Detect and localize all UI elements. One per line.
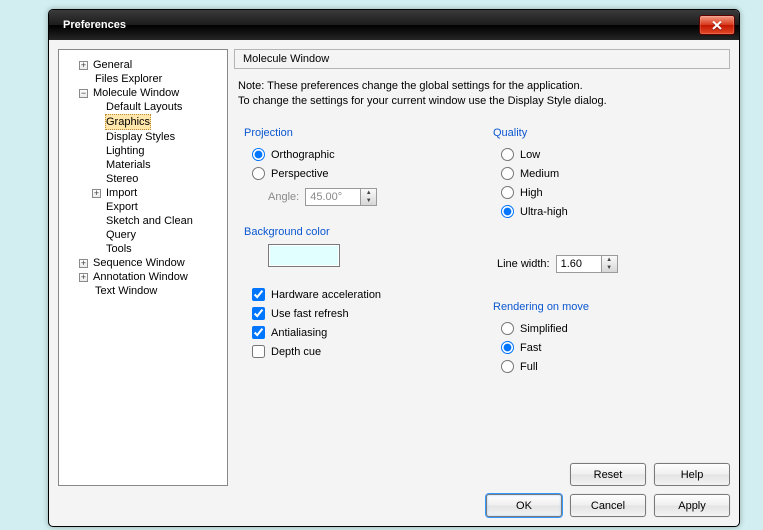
tree-item-sketch-clean[interactable]: Sketch and Clean (65, 214, 223, 228)
tree-item-default-layouts[interactable]: Default Layouts (65, 100, 223, 114)
radio-fast[interactable]: Fast (487, 338, 726, 357)
titlebar: Preferences (49, 10, 739, 40)
window-title: Preferences (63, 19, 699, 31)
radio-ultra-high[interactable]: Ultra-high (487, 202, 726, 221)
tree-item-query[interactable]: Query (65, 228, 223, 242)
line-width-row: Line width: ▲▼ (487, 251, 726, 277)
projection-title: Projection (244, 127, 477, 139)
radio-orthographic[interactable]: Orthographic (238, 145, 477, 164)
tree-item-graphics[interactable]: Graphics (65, 114, 223, 130)
line-width-label: Line width: (497, 258, 550, 270)
reset-button[interactable]: Reset (570, 463, 646, 486)
rendering-on-move-title: Rendering on move (493, 301, 726, 313)
help-button[interactable]: Help (654, 463, 730, 486)
tree-item-files-explorer[interactable]: Files Explorer (65, 72, 223, 86)
radio-perspective[interactable]: Perspective (238, 164, 477, 183)
angle-spinner[interactable]: ▲▼ (305, 188, 377, 206)
check-depth-cue[interactable]: Depth cue (238, 342, 477, 361)
tree-item-molecule-window[interactable]: −Molecule Window (65, 86, 223, 100)
tree-item-materials[interactable]: Materials (65, 158, 223, 172)
expand-icon[interactable]: + (79, 259, 88, 268)
spin-up-icon[interactable]: ▲ (602, 256, 617, 264)
quality-title: Quality (493, 127, 726, 139)
dialog-buttons: OK Cancel Apply (58, 486, 730, 517)
tree-item-sequence-window[interactable]: +Sequence Window (65, 256, 223, 270)
background-color-title: Background color (244, 226, 477, 238)
tree-item-text-window[interactable]: Text Window (65, 284, 223, 298)
expand-icon[interactable]: + (79, 61, 88, 70)
angle-input (305, 188, 360, 206)
panel-buttons: Reset Help (234, 453, 730, 486)
line-width-input[interactable] (556, 255, 601, 273)
tree-item-lighting[interactable]: Lighting (65, 144, 223, 158)
radio-simplified[interactable]: Simplified (487, 319, 726, 338)
radio-medium[interactable]: Medium (487, 164, 726, 183)
tree-item-stereo[interactable]: Stereo (65, 172, 223, 186)
tree-item-import[interactable]: +Import (65, 186, 223, 200)
tree-item-export[interactable]: Export (65, 200, 223, 214)
nav-tree[interactable]: +General Files Explorer −Molecule Window… (58, 49, 228, 486)
background-color-group: Background color (238, 220, 477, 267)
tree-item-general[interactable]: +General (65, 58, 223, 72)
radio-high[interactable]: High (487, 183, 726, 202)
cancel-button[interactable]: Cancel (570, 494, 646, 517)
ok-button[interactable]: OK (486, 494, 562, 517)
spin-down-icon: ▼ (361, 197, 376, 205)
expand-icon[interactable]: + (79, 273, 88, 282)
line-width-spinner[interactable]: ▲▼ (556, 255, 618, 273)
background-color-swatch[interactable] (268, 244, 340, 267)
close-button[interactable] (699, 15, 735, 35)
radio-low[interactable]: Low (487, 145, 726, 164)
close-icon (712, 21, 722, 30)
settings-panel: Molecule Window Note: These preferences … (234, 49, 730, 486)
angle-row: Angle: ▲▼ (238, 183, 477, 208)
collapse-icon[interactable]: − (79, 89, 88, 98)
tree-item-display-styles[interactable]: Display Styles (65, 130, 223, 144)
render-checks: Hardware acceleration Use fast refresh A… (238, 279, 477, 361)
quality-group: Quality Low Medium High Ultra-high (487, 121, 726, 221)
spin-down-icon[interactable]: ▼ (602, 264, 617, 272)
tree-item-annotation-window[interactable]: +Annotation Window (65, 270, 223, 284)
angle-label: Angle: (268, 191, 299, 203)
rendering-on-move-group: Rendering on move Simplified Fast Full (487, 295, 726, 376)
spin-up-icon: ▲ (361, 189, 376, 197)
expand-icon[interactable]: + (92, 189, 101, 198)
projection-group: Projection Orthographic Perspective Angl… (238, 121, 477, 208)
apply-button[interactable]: Apply (654, 494, 730, 517)
check-fast-refresh[interactable]: Use fast refresh (238, 304, 477, 323)
panel-note: Note: These preferences change the globa… (234, 73, 730, 113)
preferences-window: Preferences +General Files Explorer −Mol… (48, 9, 740, 527)
check-antialiasing[interactable]: Antialiasing (238, 323, 477, 342)
radio-full[interactable]: Full (487, 357, 726, 376)
check-hardware-accel[interactable]: Hardware acceleration (238, 285, 477, 304)
tree-item-tools[interactable]: Tools (65, 242, 223, 256)
panel-heading: Molecule Window (234, 49, 730, 69)
